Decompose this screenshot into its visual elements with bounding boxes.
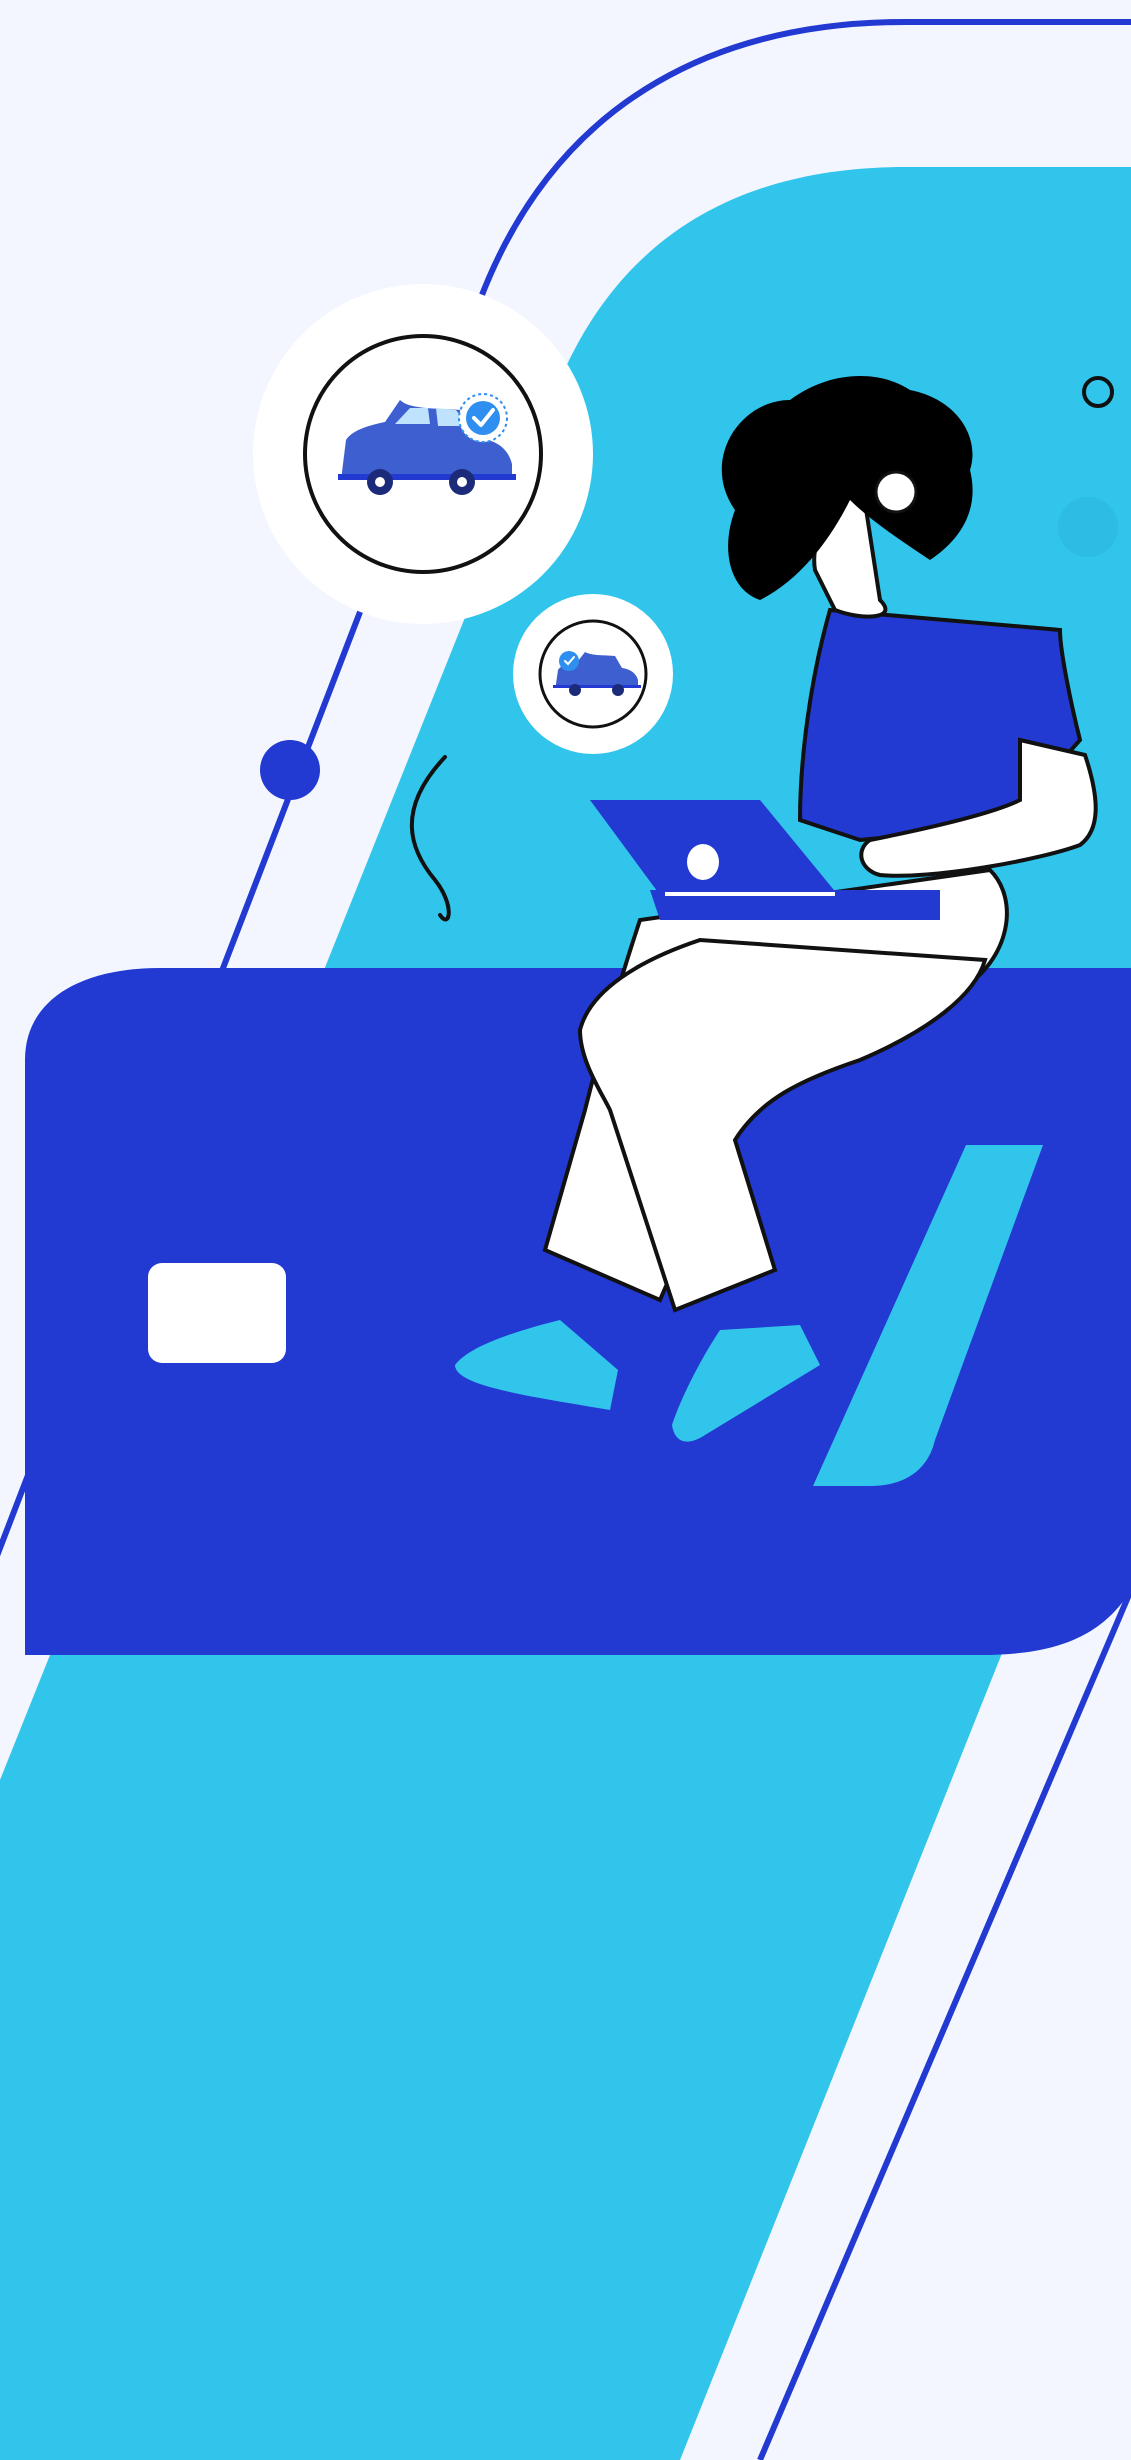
car-check-badge-large — [253, 284, 593, 624]
illustration-stage — [0, 0, 1131, 2460]
car-payment-illustration — [0, 0, 1131, 2460]
car-check-badge-small — [513, 594, 673, 754]
card-chip — [148, 1263, 286, 1363]
decor-blue-dot — [260, 740, 320, 800]
decor-faint-dot — [1058, 497, 1118, 557]
credit-card — [25, 968, 1131, 1655]
